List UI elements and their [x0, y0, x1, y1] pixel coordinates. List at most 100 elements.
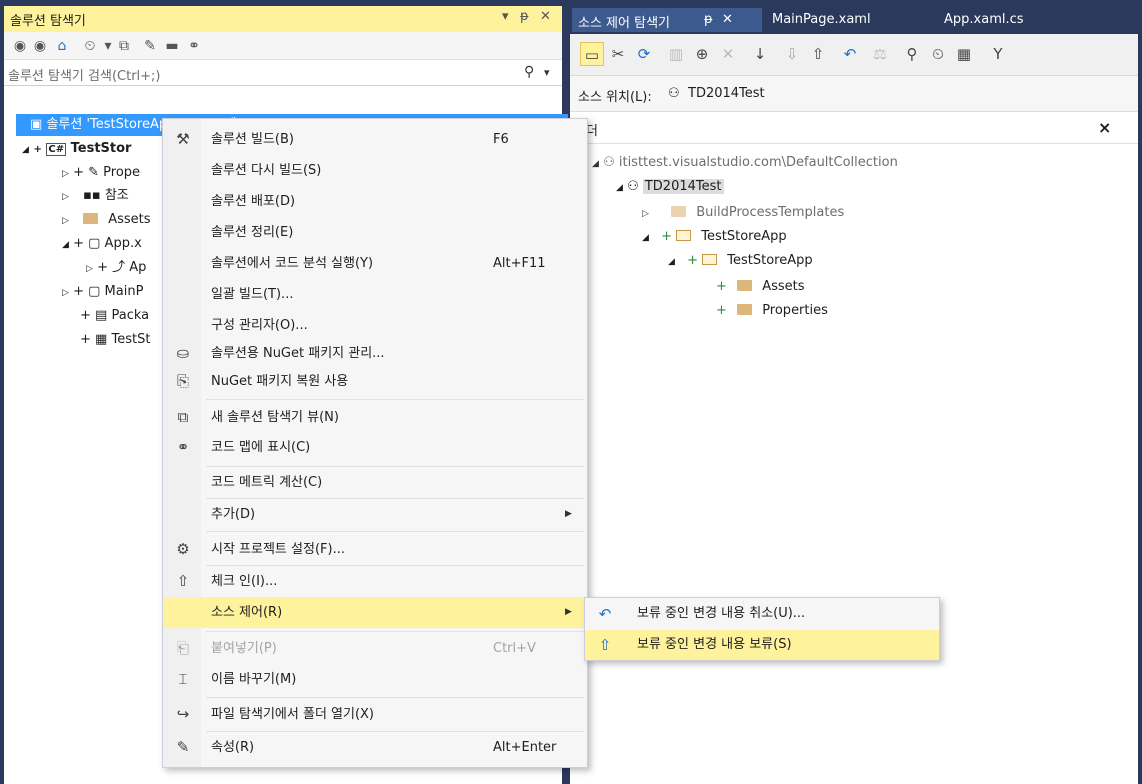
expand-arrow-icon[interactable]: ▷	[62, 192, 69, 202]
check-in-icon: ⇧	[176, 572, 190, 590]
menu-item-shelve-pending-changes[interactable]: ⇧ 보류 중인 변경 내용 보류(S)	[585, 630, 939, 660]
forward-icon[interactable]: ◉	[30, 36, 50, 56]
pending-changes-icon[interactable]: ▦	[952, 42, 976, 66]
folder-node[interactable]: ▷ BuildProcessTemplates	[642, 202, 844, 224]
close-icon[interactable]: ×	[1098, 118, 1111, 137]
menu-item-manage-nuget[interactable]: ⛀ 솔루션용 NuGet 패키지 관리...	[163, 338, 587, 369]
expand-arrow-icon[interactable]: ▷	[86, 264, 93, 274]
close-icon[interactable]: ✕	[540, 9, 551, 24]
menu-item-deploy-solution[interactable]: 솔루션 배포(D)	[163, 186, 587, 217]
back-icon[interactable]: ◉	[10, 36, 30, 56]
add-items-icon[interactable]: ⊕	[690, 42, 714, 66]
tree-item[interactable]: ▷ + ▢ MainP	[62, 281, 143, 303]
find-icon[interactable]: ⚲	[900, 42, 924, 66]
tree-item-label: Assets	[762, 279, 805, 294]
branch-icon[interactable]: Y	[986, 42, 1010, 66]
menu-item-label: 소스 제어(R)	[211, 605, 283, 620]
expand-arrow-icon[interactable]: ▷	[642, 209, 649, 219]
undo-icon[interactable]: ↶	[838, 42, 862, 66]
expand-arrow-icon[interactable]: ◢	[62, 240, 69, 250]
tree-item[interactable]: ▷ + ⤴ Ap	[86, 257, 146, 279]
expand-arrow-icon[interactable]: ▷	[62, 288, 69, 298]
collapse-all-icon[interactable]: ▬	[162, 36, 182, 56]
search-options-dropdown-icon[interactable]: ▾	[544, 66, 550, 79]
menu-item-batch-build[interactable]: 일괄 빌드(T)...	[163, 279, 587, 310]
project-node[interactable]: ◢ ⚇ TD2014Test	[616, 176, 724, 198]
menu-item-clean-solution[interactable]: 솔루션 정리(E)	[163, 217, 587, 248]
menu-item-enable-nuget-restore[interactable]: ⎘ NuGet 패키지 복원 사용	[163, 366, 587, 397]
search-icon[interactable]: ⚲	[524, 64, 534, 80]
tree-item[interactable]: ▷ Assets	[62, 209, 151, 231]
folder-icon	[671, 206, 687, 217]
menu-item-rename[interactable]: ⌶ 이름 바꾸기(M)	[163, 664, 587, 695]
tab-mainpage-xaml[interactable]: MainPage.xaml	[772, 12, 871, 27]
tree-item[interactable]: + ▤ Packa	[80, 305, 149, 327]
pending-add-icon: +	[73, 236, 84, 251]
pin-icon[interactable]: ᵽ	[704, 12, 713, 27]
menu-item-label: 보류 중인 변경 내용 취소(U)...	[637, 606, 806, 621]
csharp-file-icon: ⤴	[112, 260, 126, 275]
expand-arrow-icon[interactable]: ◢	[592, 159, 599, 169]
folder-node[interactable]: + Assets	[716, 276, 805, 298]
expand-arrow-icon[interactable]: ◢	[668, 257, 675, 267]
get-latest-icon[interactable]: ↓	[748, 42, 772, 66]
search-input[interactable]: 솔루션 탐색기 검색(Ctrl+;)	[8, 65, 161, 84]
menu-item-label: 시작 프로젝트 설정(F)...	[211, 542, 345, 557]
menu-item-label: 붙여넣기(P)	[211, 641, 277, 656]
menu-item-source-control[interactable]: 소스 제어(R) ▶	[163, 597, 587, 628]
tree-item[interactable]: ▷ + ✎ Prope	[62, 162, 140, 184]
expand-arrow-icon[interactable]: ◢	[22, 145, 29, 155]
check-in-icon[interactable]: ⇧	[806, 42, 830, 66]
window-position-dropdown-icon[interactable]: ▾	[502, 9, 509, 24]
menu-item-open-in-file-explorer[interactable]: ↪ 파일 탐색기에서 폴더 열기(X)	[163, 699, 587, 730]
history-icon[interactable]: ⏲	[926, 42, 950, 66]
tree-item[interactable]: + ▦ TestSt	[80, 329, 150, 351]
folder-node[interactable]: ◢ + TestStoreApp	[642, 226, 787, 248]
menu-item-rebuild-solution[interactable]: 솔루션 다시 빌드(S)	[163, 155, 587, 186]
menu-item-configuration-manager[interactable]: 구성 관리자(O)...	[163, 310, 587, 341]
folder-node[interactable]: + Properties	[716, 300, 828, 322]
pending-changes-filter-icon[interactable]: ⏲	[80, 36, 100, 56]
menu-item-check-in[interactable]: ⇧ 체크 인(I)...	[163, 566, 587, 597]
certificate-icon: ▦	[95, 332, 108, 347]
tab-app-xaml-cs[interactable]: App.xaml.cs	[944, 12, 1024, 27]
menu-item-build-solution[interactable]: ⚒ 솔루션 빌드(B) F6	[163, 124, 587, 155]
pending-add-icon: +	[661, 229, 672, 244]
home-icon[interactable]: ⌂	[52, 36, 72, 56]
menu-item-run-code-analysis[interactable]: 솔루션에서 코드 분석 실행(Y) Alt+F11	[163, 248, 587, 279]
menu-item-label: 솔루션 다시 빌드(S)	[211, 163, 322, 178]
tree-item-label: TD2014Test	[642, 179, 724, 194]
expand-arrow-icon[interactable]: ▷	[62, 169, 69, 179]
paste-icon: ⎗	[176, 639, 189, 657]
expand-arrow-icon[interactable]: ▷	[62, 216, 69, 226]
menu-item-shortcut: Alt+Enter	[493, 740, 557, 755]
pin-icon[interactable]: ᵽ	[520, 9, 529, 24]
expand-arrow-icon[interactable]: ◢	[642, 233, 649, 243]
references-icon: ▪▪	[83, 188, 101, 203]
source-location-value[interactable]: TD2014Test	[688, 86, 765, 101]
close-icon[interactable]: ✕	[722, 12, 733, 27]
sync-view-icon[interactable]: ⧉	[114, 36, 134, 56]
server-node[interactable]: ◢ ⚇ itisttest.visualstudio.com\DefaultCo…	[592, 152, 898, 174]
menu-item-properties[interactable]: ✎ 속성(R) Alt+Enter	[163, 732, 587, 763]
code-map-icon[interactable]: ⚭	[184, 36, 204, 56]
menu-item-add[interactable]: 추가(D) ▶	[163, 499, 587, 530]
menu-item-undo-pending-changes[interactable]: ↶ 보류 중인 변경 내용 취소(U)...	[585, 599, 939, 629]
menu-item-new-solution-explorer-view[interactable]: ⧉ 새 솔루션 탐색기 뷰(N)	[163, 402, 587, 433]
nuget-icon: ⛀	[176, 344, 190, 362]
menu-item-show-on-code-map[interactable]: ⚭ 코드 맵에 표시(C)	[163, 432, 587, 463]
menu-item-set-startup-projects[interactable]: ⚙ 시작 프로젝트 설정(F)...	[163, 534, 587, 565]
tree-item[interactable]: ▷ ▪▪ 참조	[62, 185, 129, 207]
menu-item-calculate-code-metrics[interactable]: 코드 메트릭 계산(C)	[163, 467, 587, 498]
workspaces-icon[interactable]: ✂	[606, 42, 630, 66]
menu-item-label: 추가(D)	[211, 507, 256, 522]
compare-icon: ⚖	[873, 45, 887, 63]
tree-item[interactable]: ◢ + ▢ App.x	[62, 233, 142, 255]
folders-toggle-icon[interactable]: ▭	[580, 42, 604, 66]
properties-wrench-icon[interactable]: ✎	[140, 36, 160, 56]
expand-arrow-icon[interactable]: ◢	[616, 183, 623, 193]
project-label: TestStor	[70, 141, 132, 156]
folder-node[interactable]: ◢ + TestStoreApp	[668, 250, 813, 272]
project-node[interactable]: ◢ + C# TestStor	[22, 138, 131, 160]
refresh-icon[interactable]: ⟳	[632, 42, 656, 66]
